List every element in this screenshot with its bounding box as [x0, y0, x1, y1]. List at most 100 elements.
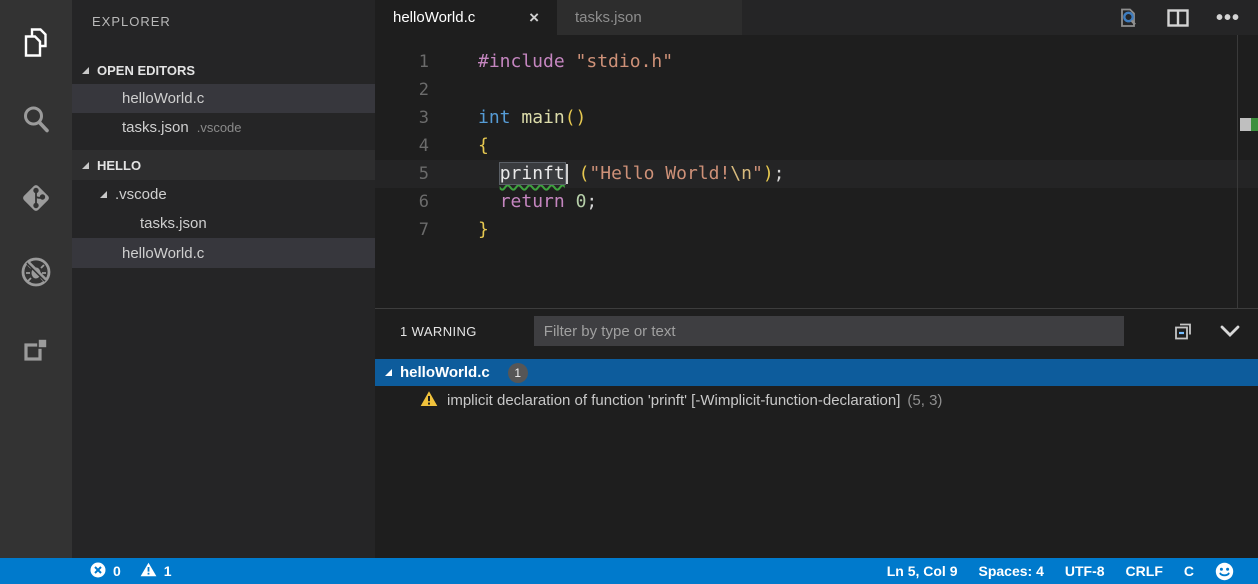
eol-indicator[interactable]: CRLF [1126, 563, 1163, 579]
tree-item-tasks-json[interactable]: tasks.json [72, 209, 375, 238]
problems-indicator[interactable]: 0 1 [0, 562, 172, 581]
cursor-position-indicator[interactable]: Ln 5, Col 9 [887, 563, 958, 579]
section-open-editors[interactable]: OPEN EDITORS [72, 57, 375, 84]
more-actions-icon[interactable]: ••• [1216, 13, 1240, 23]
tab-helloworld-c[interactable]: helloWorld.c × [375, 0, 557, 35]
code-token: { [478, 135, 489, 156]
code-line[interactable]: 2 [375, 76, 1258, 104]
problems-panel-header: 1 WARNING [375, 309, 1258, 353]
feedback-smiley-icon[interactable] [1215, 562, 1234, 581]
line-number: 4 [375, 132, 445, 160]
code-token: int [478, 107, 511, 128]
line-number: 2 [375, 76, 445, 104]
code-token: "Hello World! [589, 163, 730, 184]
problem-location: (5, 3) [907, 392, 942, 409]
problem-message: implicit declaration of function 'prinft… [447, 392, 900, 409]
search-icon[interactable] [0, 92, 72, 148]
error-count: 0 [113, 563, 121, 579]
code-token: main [521, 107, 564, 128]
code-line-text: { [445, 132, 489, 160]
editor-code-lines[interactable]: 1#include "stdio.h"23int main()4{5 prinf… [375, 35, 1258, 244]
editor-actions: ••• [1118, 0, 1258, 35]
editor-group: helloWorld.c × tasks.json [375, 0, 1258, 308]
code-token: \n [730, 163, 752, 184]
code-token [478, 163, 500, 184]
problems-filter-input[interactable] [534, 316, 1124, 346]
language-indicator[interactable]: C [1184, 563, 1194, 579]
code-token [478, 191, 500, 212]
code-token: "stdio.h" [576, 51, 674, 72]
tab-tasks-json[interactable]: tasks.json [557, 0, 742, 35]
problems-panel: 1 WARNING helloWorld.c [375, 308, 1258, 558]
error-count-icon [90, 562, 106, 581]
code-line[interactable]: 4{ [375, 132, 1258, 160]
open-editor-helloworld[interactable]: helloWorld.c [72, 84, 375, 113]
explorer-icon[interactable] [0, 15, 72, 71]
line-number: 1 [375, 48, 445, 76]
warning-squiggle-token: prinft [500, 163, 565, 184]
tree-item-helloworld-c[interactable]: helloWorld.c [72, 238, 375, 268]
chevron-down-icon[interactable] [1218, 322, 1242, 340]
split-editor-icon[interactable] [1167, 9, 1189, 27]
code-line[interactable]: 1#include "stdio.h" [375, 48, 1258, 76]
overview-ruler-warning-marker[interactable] [1251, 118, 1258, 131]
code-token [565, 191, 576, 212]
close-icon[interactable]: × [529, 9, 539, 26]
code-token [511, 107, 522, 128]
code-token: ; [774, 163, 785, 184]
extensions-icon[interactable] [0, 321, 72, 377]
code-line-text [445, 76, 478, 104]
line-number: 7 [375, 216, 445, 244]
sidebar-title: EXPLORER [92, 14, 171, 29]
line-number: 5 [375, 160, 445, 188]
problems-file-name: helloWorld.c [400, 364, 490, 381]
open-editor-detail: .vscode [197, 120, 242, 135]
code-line-text: #include "stdio.h" [445, 48, 673, 76]
code-line[interactable]: 5 prinft ("Hello World!\n"); [375, 160, 1258, 188]
code-token: " [752, 163, 763, 184]
twistie-expanded-icon [82, 67, 89, 74]
code-token [568, 163, 579, 184]
file-search-icon[interactable] [1118, 7, 1140, 29]
twistie-expanded-icon [100, 191, 107, 198]
code-line-text: } [445, 216, 489, 244]
sidebar-explorer: EXPLORER OPEN EDITORS helloWorld.c tasks… [72, 0, 375, 558]
code-line-text: return 0; [445, 188, 597, 216]
section-folder-hello[interactable]: HELLO [72, 150, 375, 180]
code-line[interactable]: 6 return 0; [375, 188, 1258, 216]
problems-count-badge: 1 [508, 363, 528, 383]
debug-disabled-icon[interactable] [0, 244, 72, 300]
code-token: ; [586, 191, 597, 212]
code-token: ) [763, 163, 774, 184]
tree-item-vscode-folder[interactable]: .vscode [72, 180, 375, 209]
code-line-text: prinft ("Hello World!\n"); [445, 160, 785, 188]
code-line[interactable]: 7} [375, 216, 1258, 244]
code-token: #include [478, 51, 565, 72]
encoding-indicator[interactable]: UTF-8 [1065, 563, 1105, 579]
code-token [565, 51, 576, 72]
problems-file-group-row[interactable]: helloWorld.c 1 [375, 359, 1258, 386]
code-line-text: int main() [445, 104, 586, 132]
vscode-window: EXPLORER OPEN EDITORS helloWorld.c tasks… [0, 0, 1258, 584]
problems-summary: 1 WARNING [400, 324, 477, 339]
code-token: } [478, 219, 489, 240]
collapse-all-icon[interactable] [1172, 320, 1194, 342]
problem-warning-row[interactable]: implicit declaration of function 'prinft… [375, 386, 1258, 415]
twistie-expanded-icon [82, 162, 89, 169]
line-number: 6 [375, 188, 445, 216]
code-line[interactable]: 3int main() [375, 104, 1258, 132]
source-control-icon[interactable] [0, 170, 72, 226]
code-token: 0 [576, 191, 587, 212]
code-token: ( [579, 163, 590, 184]
tab-bar: helloWorld.c × tasks.json [375, 0, 1258, 35]
code-token: return [500, 191, 565, 212]
activity-bar [0, 0, 72, 558]
status-bar: 0 1 Ln 5, Col 9 Spaces: 4 UTF-8 CRLF C [0, 558, 1258, 584]
warning-icon [420, 390, 438, 412]
indentation-indicator[interactable]: Spaces: 4 [979, 563, 1044, 579]
twistie-expanded-icon [385, 369, 392, 376]
overview-ruler-cursor-marker[interactable] [1240, 118, 1251, 131]
open-editor-tasks-json[interactable]: tasks.json .vscode [72, 113, 375, 142]
scrollbar-track [1237, 35, 1238, 352]
line-number: 3 [375, 104, 445, 132]
